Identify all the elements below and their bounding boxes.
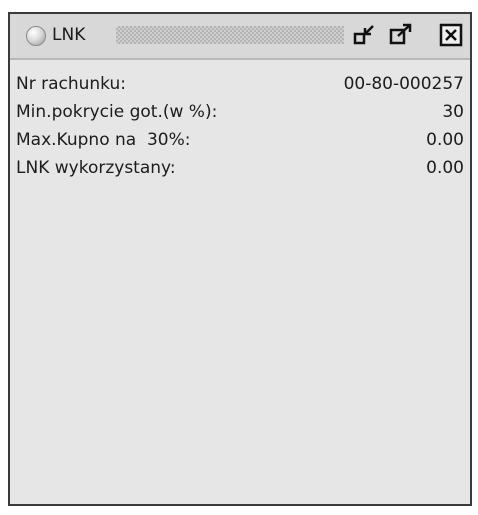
window-title: LNK [52,25,86,45]
maximize-window-button[interactable] [388,23,414,47]
field-label: LNK wykorzystany: [16,158,176,178]
status-led-icon [26,26,46,46]
restore-window-button[interactable] [352,23,378,47]
field-label: Nr rachunku: [16,74,127,94]
account-info-panel: Nr rachunku: 00-80-000257 Min.pokrycie g… [16,70,464,182]
close-button[interactable] [438,23,464,47]
lnk-used-row: LNK wykorzystany: 0.00 [16,154,464,182]
min-cash-coverage-row: Min.pokrycie got.(w %): 30 [16,98,464,126]
field-value: 0.00 [426,158,464,178]
restore-window-icon [353,25,374,45]
account-number-row: Nr rachunku: 00-80-000257 [16,70,464,98]
title-bar[interactable]: LNK [10,14,470,60]
field-value: 30 [442,102,464,122]
max-purchase-row: Max.Kupno na 30%: 0.00 [16,126,464,154]
title-drag-handle[interactable] [116,26,344,44]
lnk-window: LNK Nr rachunku: 00-80-000257 Min.pokryc… [8,12,472,506]
close-icon [439,23,463,47]
field-value: 00-80-000257 [343,74,464,94]
field-value: 0.00 [426,130,464,150]
field-label: Max.Kupno na 30%: [16,130,191,150]
maximize-window-icon [389,23,412,45]
field-label: Min.pokrycie got.(w %): [16,102,218,122]
